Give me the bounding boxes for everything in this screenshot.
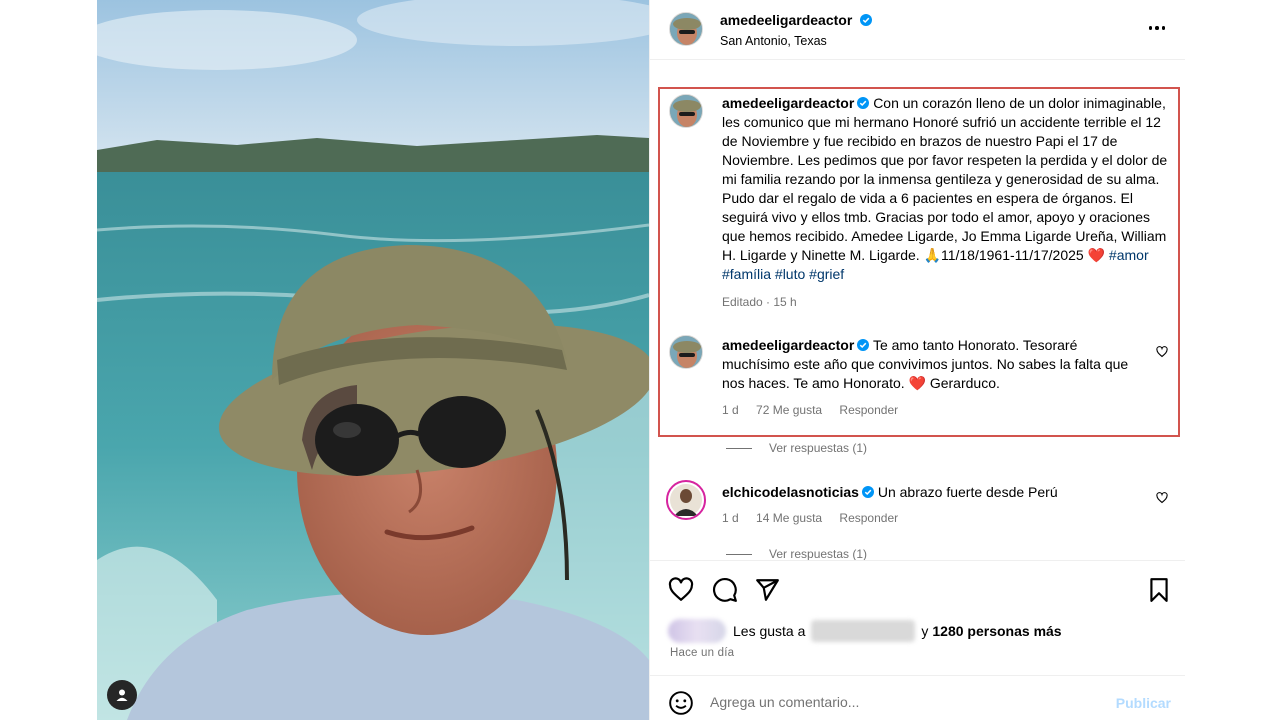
comment-likes[interactable]: 14 Me gusta xyxy=(756,511,822,525)
heart-icon[interactable] xyxy=(1156,346,1168,358)
comment-item: amedeeligardeactor Te amo tanto Honorato… xyxy=(722,336,1137,393)
author-line: amedeeligardeactor xyxy=(720,12,872,30)
post-photo-image xyxy=(97,0,649,720)
comment-username[interactable]: amedeeligardeactor xyxy=(722,337,854,353)
likes-prefix: Les gusta a xyxy=(733,623,806,639)
post-location[interactable]: San Antonio, Texas xyxy=(720,34,827,48)
user-tag-icon[interactable] xyxy=(107,680,137,710)
caption-edited: Editado · 15 h xyxy=(722,295,797,309)
likes-count[interactable]: 1280 personas más xyxy=(932,623,1061,639)
share-icon[interactable] xyxy=(754,577,780,603)
post-photo[interactable] xyxy=(97,0,649,720)
comment-text: Un abrazo fuerte desde Perú xyxy=(877,484,1058,500)
likes-suffix: y xyxy=(921,623,929,639)
comment-avatar[interactable] xyxy=(666,480,706,520)
liker-name-blurred xyxy=(811,620,916,642)
comment-reply-button[interactable]: Responder xyxy=(839,403,898,417)
heart-icon[interactable] xyxy=(1156,492,1168,504)
post-side-panel: amedeeligardeactor San Antonio, Texas am… xyxy=(649,0,1185,720)
caption-avatar[interactable] xyxy=(669,94,703,128)
comment-likes[interactable]: 72 Me gusta xyxy=(756,403,822,417)
verified-badge-icon xyxy=(859,14,872,26)
comment-icon[interactable] xyxy=(712,577,738,603)
author-avatar[interactable] xyxy=(669,12,703,46)
caption-text: Con un corazón lleno de un dolor inimagi… xyxy=(722,95,1168,263)
caption-username[interactable]: amedeeligardeactor xyxy=(722,95,854,111)
comment-username[interactable]: elchicodelasnoticias xyxy=(722,484,859,500)
view-replies-link[interactable]: Ver respuestas (1) xyxy=(726,441,867,455)
action-bar: Les gusta a y 1280 personas más Hace un … xyxy=(650,560,1185,675)
verified-badge-icon xyxy=(861,486,874,498)
comment-avatar[interactable] xyxy=(669,335,703,369)
comment-input[interactable] xyxy=(710,694,1090,710)
heart-icon[interactable] xyxy=(668,577,694,603)
caption-meta: Editado · 15 h xyxy=(722,295,811,309)
comment-item: elchicodelasnoticias Un abrazo fuerte de… xyxy=(722,483,1137,502)
comment-time: 1 d xyxy=(722,511,739,525)
liker-avatars xyxy=(668,619,726,643)
verified-badge-icon xyxy=(857,339,870,351)
verified-badge-icon xyxy=(857,97,870,109)
comment-reply-button[interactable]: Responder xyxy=(839,511,898,525)
emoji-icon[interactable] xyxy=(668,690,694,716)
author-username[interactable]: amedeeligardeactor xyxy=(720,12,852,28)
comment-time: 1 d xyxy=(722,403,739,417)
publish-button[interactable]: Publicar xyxy=(1116,695,1171,711)
more-options-icon[interactable] xyxy=(1145,18,1169,38)
comment-bar: Publicar xyxy=(650,675,1185,720)
likes-summary[interactable]: Les gusta a y 1280 personas más xyxy=(668,619,1062,643)
post-caption: amedeeligardeactor Con un corazón lleno … xyxy=(722,94,1172,284)
bookmark-icon[interactable] xyxy=(1146,577,1172,603)
view-replies-link[interactable]: Ver respuestas (1) xyxy=(726,547,867,561)
comment-meta: 1 d 14 Me gusta Responder xyxy=(722,511,912,525)
post-header: amedeeligardeactor San Antonio, Texas xyxy=(650,0,1185,60)
post-time: Hace un día xyxy=(670,647,735,659)
comment-meta: 1 d 72 Me gusta Responder xyxy=(722,403,912,417)
